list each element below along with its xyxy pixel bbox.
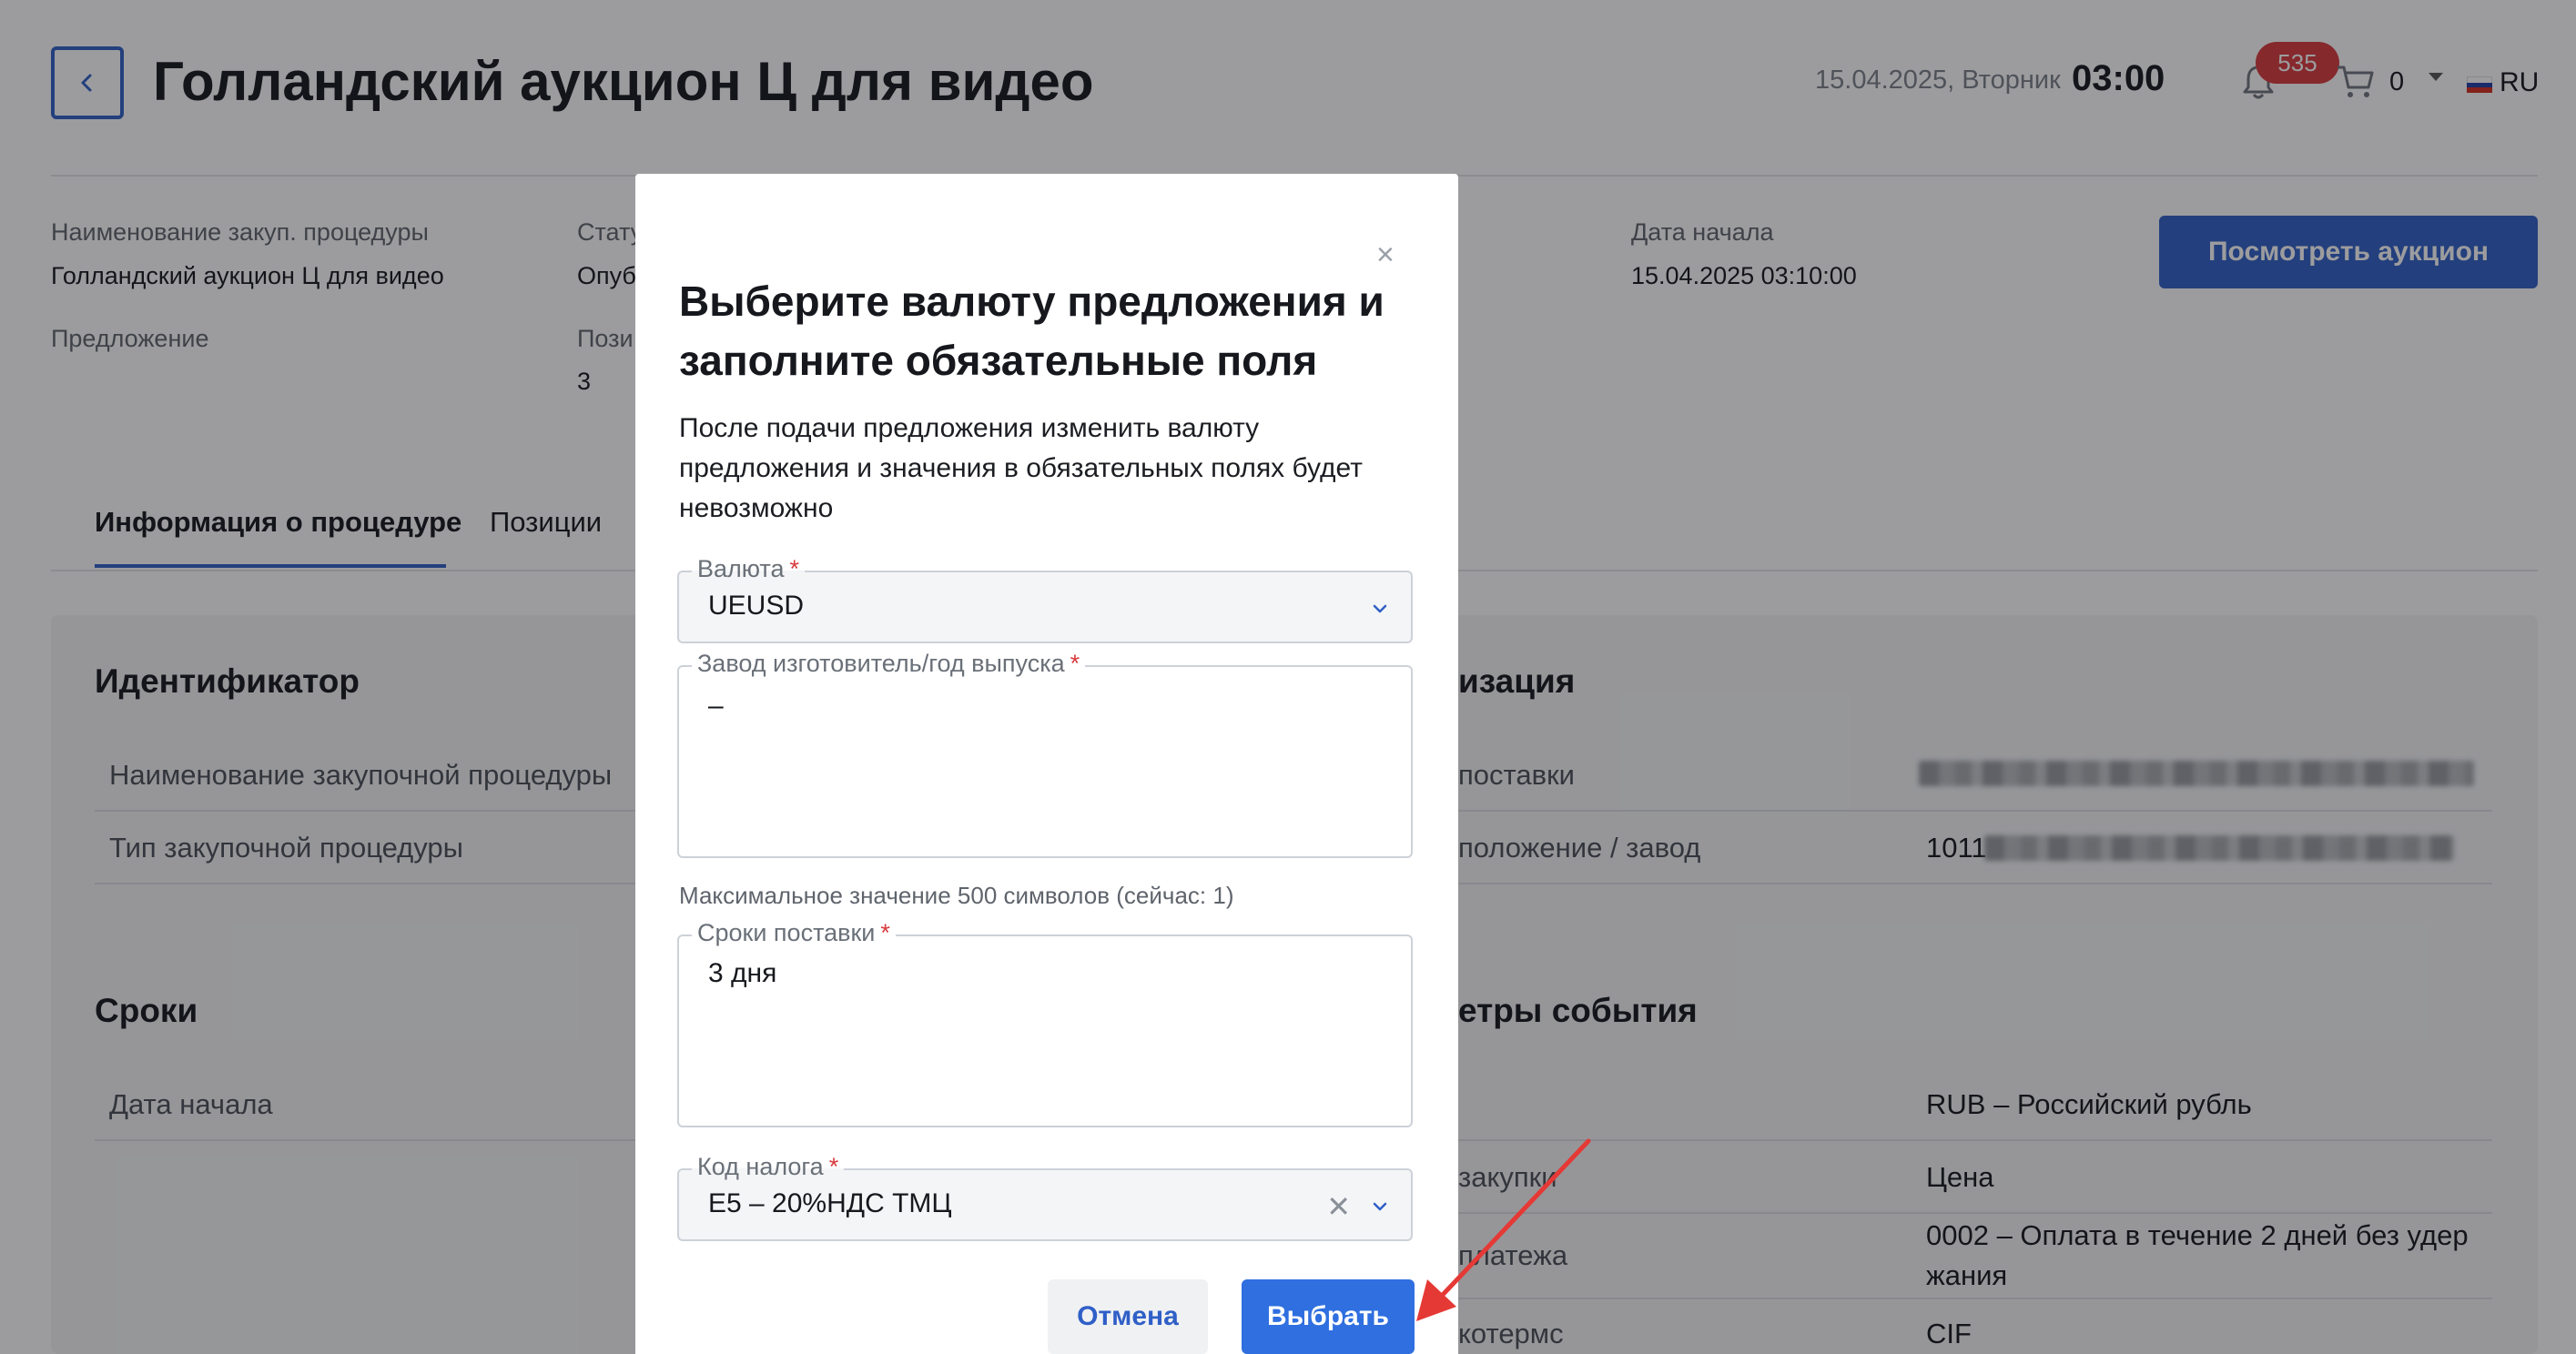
dialog-description: После подачи предложения изменить валюту… [679, 413, 1363, 523]
currency-label: Валюта * [692, 552, 806, 585]
close-icon[interactable]: × [1376, 239, 1394, 270]
manufacturer-year-textarea[interactable]: Завод изготовитель/год выпуска * – [677, 647, 1413, 858]
tax-code-select[interactable]: Код налога * E5 – 20%НДС ТМЦ ✕ [677, 1150, 1413, 1241]
clear-icon[interactable]: ✕ [1326, 1192, 1351, 1221]
manufacturer-label: Завод изготовитель/год выпуска * [692, 647, 1086, 680]
tax-code-value: E5 – 20%НДС ТМЦ [708, 1188, 952, 1218]
cancel-button[interactable]: Отмена [1048, 1279, 1208, 1354]
currency-value: UEUSD [708, 591, 805, 621]
delivery-label: Сроки поставки * [692, 916, 896, 949]
chevron-down-icon[interactable] [1371, 600, 1389, 618]
select-button[interactable]: Выбрать [1242, 1279, 1415, 1354]
delivery-time-textarea[interactable]: Сроки поставки * 3 дня [677, 916, 1413, 1127]
currency-select[interactable]: Валюта * UEUSD [677, 552, 1413, 643]
chevron-down-icon[interactable] [1371, 1197, 1389, 1216]
manufacturer-value: – [708, 691, 724, 721]
character-limit-hint: Максимальное значение 500 символов (сейч… [679, 882, 1234, 909]
dialog-title: Выберите валюту предложения и заполните … [679, 278, 1384, 384]
currency-selection-dialog: × Выберите валюту предложения и заполнит… [635, 174, 1458, 1354]
tax-code-label: Код налога * [692, 1150, 845, 1183]
delivery-value: 3 дня [708, 958, 777, 988]
